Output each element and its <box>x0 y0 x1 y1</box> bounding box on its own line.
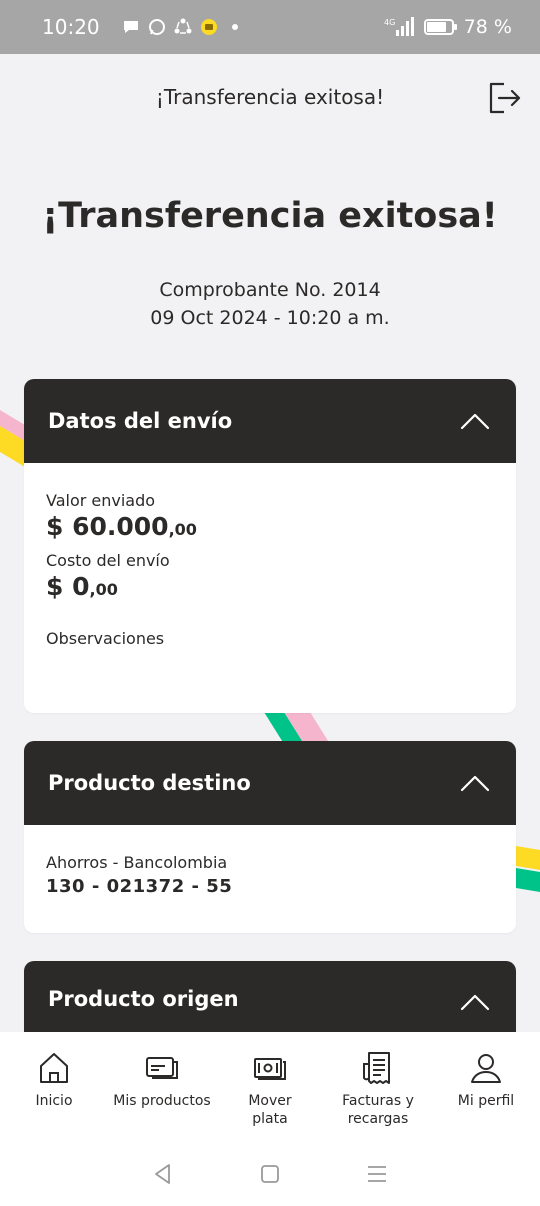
status-right: 4G 78 % <box>384 16 512 38</box>
chevron-up-icon[interactable] <box>460 993 490 1011</box>
destination-card-header[interactable]: Producto destino <box>24 741 516 825</box>
nav-products[interactable]: Mis productos <box>108 1050 216 1142</box>
chevron-up-icon[interactable] <box>460 774 490 792</box>
voucher-info: Comprobante No. 2014 09 Oct 2024 - 10:20… <box>0 276 540 332</box>
nav-bills-label: Facturas y recargas <box>342 1093 414 1127</box>
menu-icon[interactable] <box>364 1161 390 1187</box>
top-bar: ¡Transferencia exitosa! <box>0 54 540 140</box>
ribbon-middle <box>264 712 330 744</box>
value-sent-cents: ,00 <box>168 520 197 539</box>
whatsapp-icon <box>148 19 165 35</box>
value-sent-label: Valor enviado <box>46 491 156 510</box>
nav-profile-label: Mi perfil <box>457 1093 515 1109</box>
shipping-cost-label: Costo del envío <box>46 551 170 570</box>
top-bar-title: ¡Transferencia exitosa! <box>155 85 385 109</box>
nav-home[interactable]: Inicio <box>0 1050 108 1142</box>
origin-card: Producto origen <box>24 961 516 1032</box>
observations-label: Observaciones <box>46 629 165 648</box>
nav-products-label: Mis productos <box>113 1093 211 1109</box>
receipt-icon <box>363 1052 390 1084</box>
signal-icon: 4G <box>384 17 414 36</box>
money-icon <box>254 1058 286 1080</box>
shipping-card: Datos del envío Valor enviado $ 60.000,0… <box>24 379 516 713</box>
home-button-icon[interactable] <box>257 1161 283 1187</box>
origin-card-title: Producto origen <box>48 987 239 1011</box>
nav-home-label: Inicio <box>35 1093 73 1109</box>
shipping-card-body: Valor enviado $ 60.000,00 Costo del enví… <box>24 463 516 678</box>
nav-profile[interactable]: Mi perfil <box>432 1050 540 1142</box>
destination-card-title: Producto destino <box>48 771 251 795</box>
bottom-nav: Inicio Mis productos Mover plata Factura… <box>0 1032 540 1142</box>
shipping-cost-amount: $ 0,00 <box>46 572 494 601</box>
origin-card-header[interactable]: Producto origen <box>24 961 516 1032</box>
cards-icon <box>146 1057 178 1079</box>
shipping-card-header[interactable]: Datos del envío <box>24 379 516 463</box>
sync-icon <box>174 18 192 34</box>
value-sent-amount: $ 60.000,00 <box>46 512 494 541</box>
voucher-number: Comprobante No. 2014 <box>159 279 381 301</box>
nav-move-money[interactable]: Mover plata <box>216 1050 324 1142</box>
message-icon <box>123 21 138 33</box>
status-time: 10:20 <box>42 15 100 39</box>
chevron-up-icon[interactable] <box>460 412 490 430</box>
svg-text:4G: 4G <box>384 18 395 27</box>
app-icon <box>200 19 217 35</box>
battery-icon <box>423 19 457 35</box>
transfer-date: 09 Oct 2024 - 10:20 a m. <box>150 307 390 329</box>
success-title: ¡Transferencia exitosa! <box>42 196 498 236</box>
back-icon[interactable] <box>150 1161 176 1187</box>
value-sent-main: $ 60.000 <box>46 512 169 541</box>
account-number: 130 - 021372 - 55 <box>46 876 233 897</box>
home-icon <box>40 1053 68 1083</box>
system-nav <box>0 1142 540 1206</box>
destination-card-body: Ahorros - Bancolombia 130 - 021372 - 55 <box>24 825 516 925</box>
ribbon-right <box>516 846 540 892</box>
account-type: Ahorros - Bancolombia <box>46 853 228 872</box>
status-bar: 10:20 4G 78 % <box>0 0 540 54</box>
nav-move-money-label: Mover plata <box>248 1093 292 1127</box>
shipping-cost-cents: ,00 <box>89 580 118 599</box>
destination-card: Producto destino Ahorros - Bancolombia 1… <box>24 741 516 933</box>
shipping-card-title: Datos del envío <box>48 409 233 433</box>
battery-percent: 78 % <box>463 16 512 38</box>
user-icon <box>471 1054 501 1083</box>
dot-icon <box>231 24 238 30</box>
logout-icon[interactable] <box>486 80 522 116</box>
notification-icons <box>122 18 244 36</box>
nav-bills[interactable]: Facturas y recargas <box>324 1050 432 1142</box>
shipping-cost-main: $ 0 <box>46 572 90 601</box>
